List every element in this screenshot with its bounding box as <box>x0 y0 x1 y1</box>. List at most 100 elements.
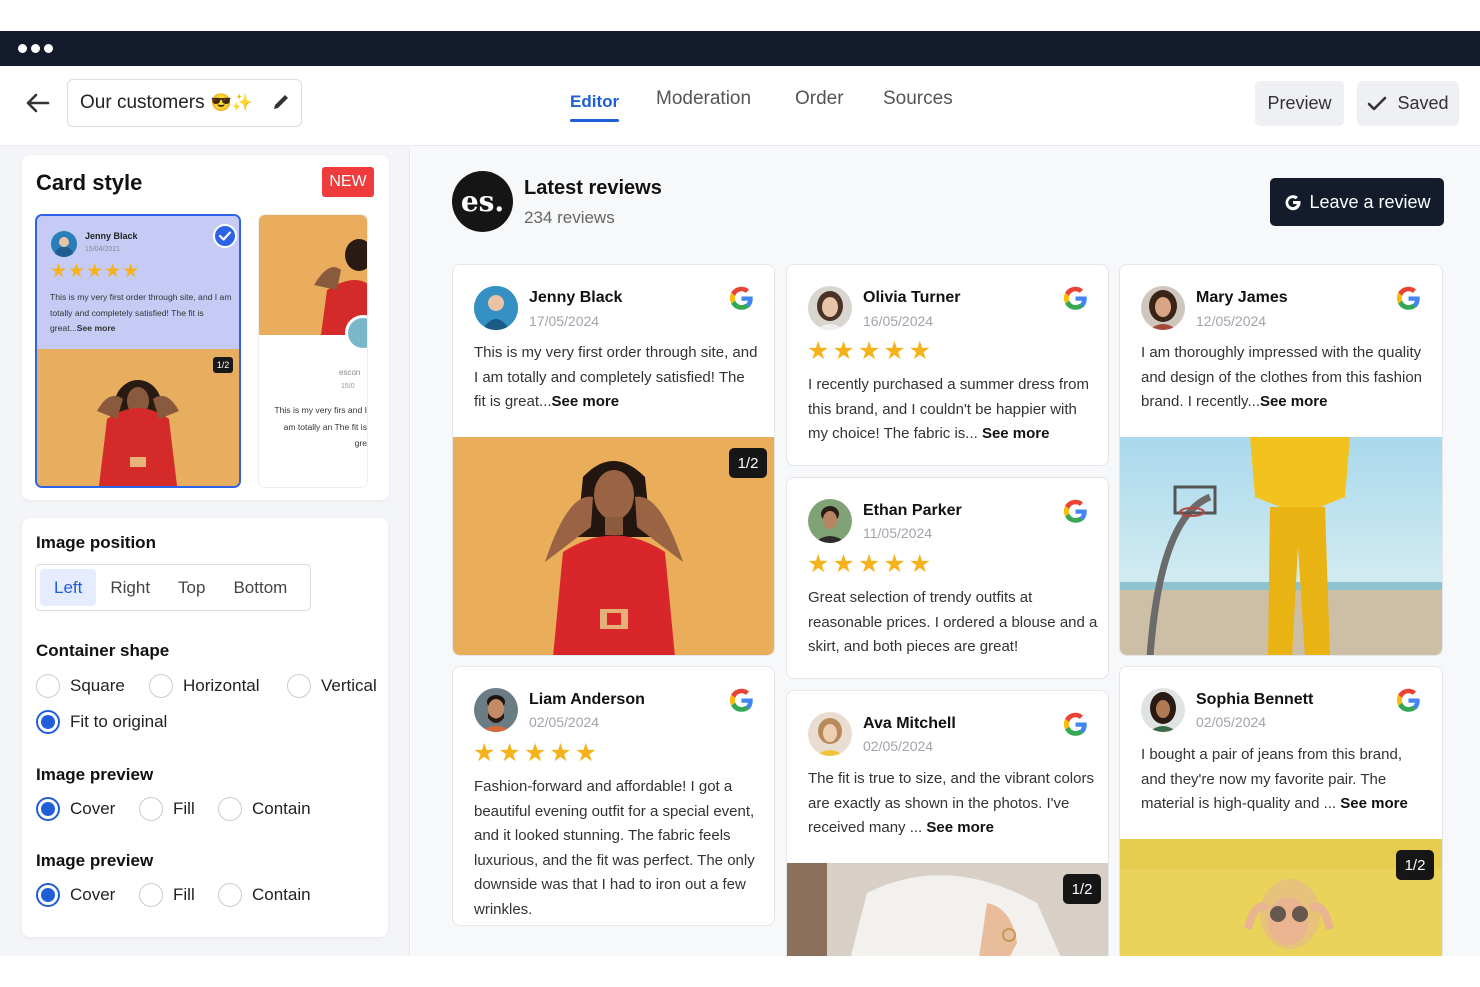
mini-name: Jenny Black <box>85 231 138 241</box>
saved-label: Saved <box>1397 93 1449 113</box>
tab-sources[interactable]: Sources <box>883 88 953 110</box>
mini-date: 15/04/2021 <box>85 246 121 253</box>
reviewer-name: Sophia Bennett <box>1196 691 1314 708</box>
star-rating: ★★★★★ <box>807 337 935 365</box>
reviewer-name: Mary James <box>1196 289 1288 306</box>
radio-contain-2[interactable]: Contain <box>218 883 311 907</box>
radio-label: Fill <box>173 885 195 904</box>
image-position-top[interactable]: Top <box>164 569 219 606</box>
radio-label: Horizontal <box>183 676 260 695</box>
saved-button[interactable]: Saved <box>1357 81 1459 126</box>
radio-circle <box>218 797 242 821</box>
radio-cover[interactable]: Cover <box>36 797 115 821</box>
review-photo[interactable] <box>1120 437 1442 655</box>
review-card[interactable]: Mary James 12/05/2024 I am thoroughly im… <box>1119 264 1443 656</box>
widget-title-field[interactable]: Our customers 😎✨ <box>67 79 302 127</box>
review-text: Fashion-forward and affordable! I got a … <box>474 778 755 918</box>
reviewer-name: Ava Mitchell <box>863 715 956 732</box>
avatar <box>1141 688 1185 732</box>
radio-label: Vertical <box>321 676 377 695</box>
container-shape-title: Container shape <box>36 641 170 660</box>
radio-contain[interactable]: Contain <box>218 797 311 821</box>
reviewer-name: Liam Anderson <box>529 691 645 708</box>
mini-date-2: 15/0 <box>341 383 355 390</box>
reviewer-name: Jenny Black <box>529 289 623 306</box>
review-date: 12/05/2024 <box>1196 313 1267 329</box>
avatar <box>474 688 518 732</box>
radio-circle-selected <box>36 710 60 734</box>
review-date: 02/05/2024 <box>1196 714 1267 730</box>
review-date: 02/05/2024 <box>863 738 934 754</box>
radio-fill-2[interactable]: Fill <box>139 883 195 907</box>
see-more-link[interactable]: See more <box>982 425 1050 442</box>
review-photo[interactable]: 1/2 <box>453 437 774 655</box>
leave-review-label: Leave a review <box>1309 191 1431 212</box>
tab-editor[interactable]: Editor <box>570 92 619 112</box>
image-position-bottom[interactable]: Bottom <box>219 569 301 606</box>
review-card[interactable]: Liam Anderson 02/05/2024 ★★★★★ Fashion-f… <box>452 666 775 926</box>
image-preview-title-2: Image preview <box>36 851 154 870</box>
window-dot-icon[interactable] <box>31 44 40 53</box>
image-position-right[interactable]: Right <box>96 569 164 606</box>
avatar <box>808 286 852 330</box>
google-icon <box>1396 688 1420 712</box>
google-icon <box>1396 286 1420 310</box>
see-more-link[interactable]: See more <box>552 393 620 410</box>
radio-fit-to-original[interactable]: Fit to original <box>36 710 167 734</box>
review-text: I recently purchased a summer dress from… <box>808 376 1089 442</box>
radio-circle <box>36 674 60 698</box>
radio-cover-2[interactable]: Cover <box>36 883 115 907</box>
preview-button[interactable]: Preview <box>1255 81 1344 126</box>
tab-moderation[interactable]: Moderation <box>656 88 751 110</box>
pencil-icon[interactable] <box>271 92 291 112</box>
radio-horizontal[interactable]: Horizontal <box>149 674 260 698</box>
review-date: 17/05/2024 <box>529 313 600 329</box>
review-card[interactable]: Jenny Black 17/05/2024 This is my very f… <box>452 264 775 656</box>
radio-square[interactable]: Square <box>36 674 125 698</box>
google-icon <box>1063 712 1087 736</box>
radio-label: Fit to original <box>70 712 168 731</box>
review-photo[interactable]: 1/2 <box>787 863 1108 969</box>
review-text: The fit is true to size, and the vibrant… <box>808 770 1094 836</box>
see-more-link[interactable]: See more <box>1260 393 1328 410</box>
review-text: I am thoroughly impressed with the quali… <box>1141 344 1423 410</box>
mini-text: This is my very first order through site… <box>50 292 232 333</box>
window-dot-icon[interactable] <box>44 44 53 53</box>
image-pager[interactable]: 1/2 <box>1396 850 1434 880</box>
radio-label: Contain <box>252 799 311 818</box>
radio-circle-selected <box>36 883 60 907</box>
mini-avatar <box>51 231 77 257</box>
review-card[interactable]: Ava Mitchell 02/05/2024 The fit is true … <box>786 690 1109 970</box>
image-position-left[interactable]: Left <box>40 569 97 606</box>
review-card[interactable]: Olivia Turner 16/05/2024 ★★★★★ I recentl… <box>786 264 1109 466</box>
radio-circle <box>218 883 242 907</box>
card-style-option[interactable]: escon 15/0 This is my very firs and I am… <box>258 214 368 488</box>
tab-order[interactable]: Order <box>795 88 844 110</box>
google-g-icon <box>1285 195 1301 211</box>
new-badge: NEW <box>322 167 374 197</box>
back-button[interactable] <box>22 90 52 116</box>
google-icon <box>1063 286 1087 310</box>
image-pager[interactable]: 1/2 <box>729 448 767 478</box>
title-emoji: 😎✨ <box>210 93 253 112</box>
radio-fill[interactable]: Fill <box>139 797 195 821</box>
review-card[interactable]: Sophia Bennett 02/05/2024 I bought a pai… <box>1119 666 1443 966</box>
avatar <box>808 712 852 756</box>
see-more-link[interactable]: See more <box>1340 795 1408 812</box>
window-dot-icon[interactable] <box>18 44 27 53</box>
mini-stars: ★★★★★ <box>50 261 141 282</box>
mini-avatar-2 <box>345 315 367 351</box>
radio-label: Fill <box>173 799 195 818</box>
radio-circle <box>149 674 173 698</box>
see-more-link[interactable]: See more <box>926 819 994 836</box>
bottom-margin <box>0 956 1480 987</box>
radio-vertical[interactable]: Vertical <box>287 674 377 698</box>
review-card[interactable]: Ethan Parker 11/05/2024 ★★★★★ Great sele… <box>786 477 1109 679</box>
star-rating: ★★★★★ <box>807 550 935 578</box>
window-chrome <box>0 31 1480 66</box>
review-photo[interactable]: 1/2 <box>1120 839 1442 965</box>
top-margin <box>0 0 1480 31</box>
leave-review-button[interactable]: Leave a review <box>1270 178 1444 226</box>
card-style-option-selected[interactable]: Jenny Black 15/04/2021 ★★★★★ This is my … <box>35 214 241 488</box>
image-pager[interactable]: 1/2 <box>1063 874 1101 904</box>
